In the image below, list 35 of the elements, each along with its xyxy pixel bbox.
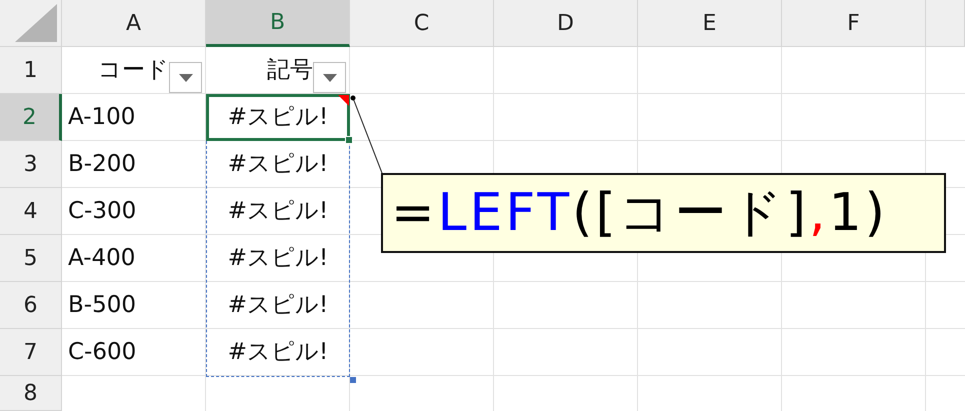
- row-header[interactable]: 3: [0, 141, 62, 188]
- table-cell[interactable]: A-400: [62, 235, 206, 282]
- column-header[interactable]: B: [206, 0, 350, 47]
- table-cell[interactable]: C-300: [62, 188, 206, 235]
- callout-formula: =LEFT([コード],1): [381, 173, 946, 253]
- column-header[interactable]: D: [494, 0, 638, 47]
- row-header[interactable]: 8: [0, 376, 62, 411]
- filter-button[interactable]: [313, 62, 346, 93]
- table-cell[interactable]: #スピル!: [206, 188, 350, 235]
- row-header[interactable]: 1: [0, 47, 62, 94]
- table-cell[interactable]: C-600: [62, 329, 206, 376]
- row-header[interactable]: 2: [0, 94, 62, 141]
- header-label: 記号: [267, 56, 313, 86]
- table-cell[interactable]: B-200: [62, 141, 206, 188]
- resize-handle[interactable]: [350, 377, 356, 383]
- fill-handle[interactable]: [345, 136, 353, 144]
- filter-button[interactable]: [169, 62, 202, 93]
- row-header[interactable]: 5: [0, 235, 62, 282]
- table-cell[interactable]: #スピル!: [206, 282, 350, 329]
- table-cell[interactable]: #スピル!: [206, 329, 350, 376]
- table-cell[interactable]: #スピル!: [206, 235, 350, 282]
- column-header[interactable]: C: [350, 0, 494, 47]
- row-header[interactable]: 7: [0, 329, 62, 376]
- table-cell[interactable]: A-100: [62, 94, 206, 141]
- table-cell[interactable]: B-500: [62, 282, 206, 329]
- row-header[interactable]: 6: [0, 282, 62, 329]
- column-header[interactable]: A: [62, 0, 206, 47]
- column-header[interactable]: E: [638, 0, 782, 47]
- table-cell[interactable]: #スピル!: [206, 141, 350, 188]
- row-header[interactable]: 4: [0, 188, 62, 235]
- dropdown-arrow-icon: [178, 74, 192, 82]
- header-label: コード: [98, 56, 169, 86]
- table-cell[interactable]: #スピル!: [206, 94, 350, 141]
- dropdown-arrow-icon: [322, 74, 336, 82]
- column-header[interactable]: F: [782, 0, 926, 47]
